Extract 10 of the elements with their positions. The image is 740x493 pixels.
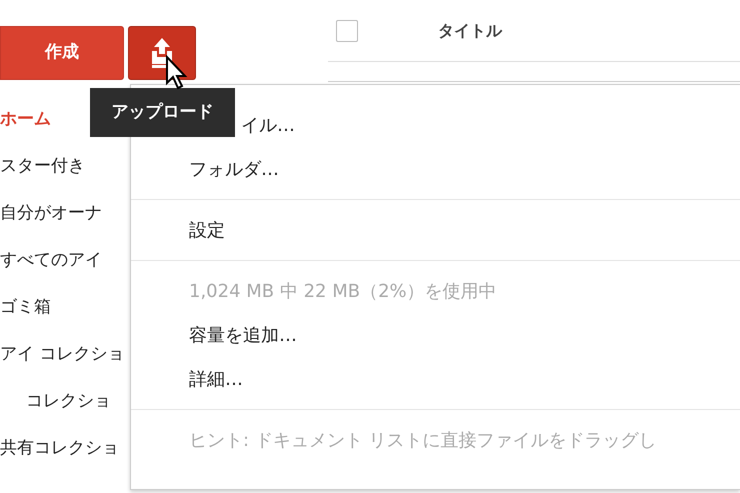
select-all-checkbox[interactable]	[336, 20, 358, 42]
menu-item[interactable]: 容量を追加…	[131, 313, 740, 357]
create-button[interactable]: 作成	[0, 26, 124, 80]
menu-item[interactable]: フォルダ…	[131, 147, 740, 191]
menu-text: ヒント: ドキュメント リストに直接ファイルをドラッグし	[188, 428, 658, 452]
tooltip: アップロード	[90, 88, 235, 137]
menu-text: 1,024 MB 中 22 MB（2%）を使用中	[188, 280, 498, 304]
column-header[interactable]: タイトル	[438, 18, 502, 42]
menu-item[interactable]: 詳細…	[131, 357, 740, 401]
menu-item[interactable]: 設定	[131, 208, 740, 252]
